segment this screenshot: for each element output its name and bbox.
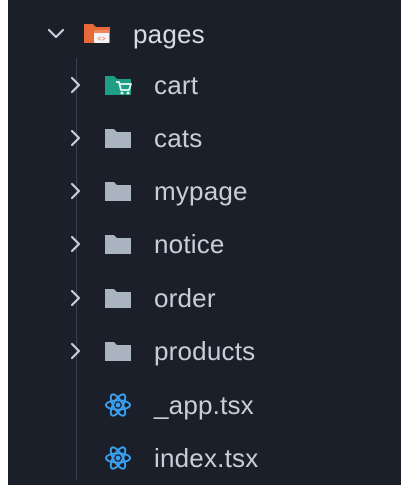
- tree-item-label: cart: [154, 70, 199, 100]
- tree-item-label: notice: [154, 229, 225, 259]
- tree-item-products[interactable]: products: [8, 331, 401, 371]
- tree-item-mypage[interactable]: mypage: [8, 171, 401, 211]
- folder-pages-icon: <>: [84, 24, 110, 44]
- tree-item-label: mypage: [154, 176, 248, 206]
- bottom-border: [0, 485, 401, 492]
- chevron-right-icon[interactable]: [66, 288, 86, 308]
- tree-item-label: pages: [133, 19, 205, 49]
- file-tree: <> pages cart cats mypage notice order p…: [8, 0, 401, 485]
- tree-item-label: index.tsx: [154, 443, 259, 473]
- tree-item-label: cats: [154, 123, 203, 153]
- chevron-down-icon[interactable]: [46, 24, 66, 44]
- svg-text:<>: <>: [97, 36, 105, 44]
- folder-icon: [105, 129, 131, 148]
- tree-item-index-tsx[interactable]: index.tsx: [8, 438, 401, 478]
- file-explorer: <> pages cart cats mypage notice order p…: [8, 0, 401, 485]
- tree-item-order[interactable]: order: [8, 278, 401, 318]
- tree-item-cart[interactable]: cart: [8, 65, 401, 105]
- tree-item-notice[interactable]: notice: [8, 224, 401, 264]
- tree-item-label: _app.tsx: [154, 390, 254, 420]
- folder-icon: [105, 235, 131, 254]
- chevron-right-icon[interactable]: [66, 341, 86, 361]
- folder-icon: [105, 342, 131, 361]
- folder-cart-icon: [105, 76, 132, 95]
- folder-icon: [105, 289, 131, 308]
- tree-item-cats[interactable]: cats: [8, 118, 401, 158]
- react-icon: [105, 393, 131, 417]
- folder-icon: [105, 182, 131, 201]
- chevron-right-icon[interactable]: [66, 75, 86, 95]
- tree-item-app-tsx[interactable]: _app.tsx: [8, 385, 401, 425]
- react-icon: [105, 446, 131, 470]
- chevron-right-icon[interactable]: [66, 128, 86, 148]
- tree-item-pages[interactable]: <> pages: [8, 14, 401, 54]
- tree-item-label: order: [154, 283, 216, 313]
- chevron-right-icon[interactable]: [66, 181, 86, 201]
- chevron-right-icon[interactable]: [66, 234, 86, 254]
- tree-item-label: products: [154, 336, 256, 366]
